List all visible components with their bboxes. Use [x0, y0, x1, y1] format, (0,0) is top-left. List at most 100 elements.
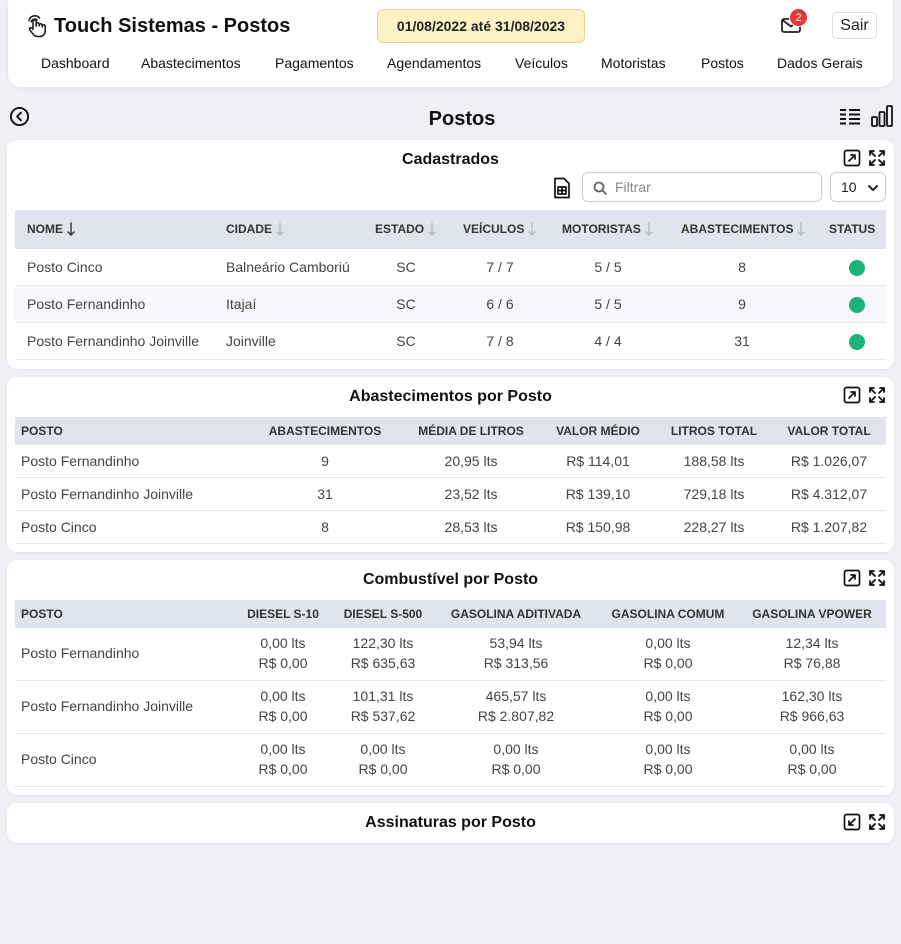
fullscreen-icon[interactable]: [868, 813, 886, 831]
column-header[interactable]: Veículos: [463, 222, 537, 236]
table-row[interactable]: Posto Fernandinho Joinville 31 23,52 lts…: [15, 478, 886, 511]
sort-icon: [428, 222, 436, 236]
column-header: Gasolina Aditivada: [450, 607, 582, 621]
cadastrados-table: Nome Cidade Estado Veículos Motoristas A…: [15, 210, 886, 360]
assinaturas-por-posto-card: Assinaturas por Posto: [7, 803, 894, 843]
cell-diesel-s10: 0,00 lts R$ 0,00: [258, 635, 308, 671]
filter-box: [582, 172, 822, 202]
abastecimentos-por-posto-card: Abastecimentos por Posto Posto Abastecim…: [7, 377, 894, 552]
table-row[interactable]: Posto Cinco Balneário Camboriú SC 7 / 7 …: [15, 249, 886, 286]
page-size-select[interactable]: 10: [830, 172, 886, 202]
column-header[interactable]: Estado: [375, 222, 436, 236]
table-row[interactable]: Posto Cinco 0,00 lts R$ 0,00 0,00 lts R$ 0…: [15, 734, 886, 787]
nav-veiculos[interactable]: Veículos: [515, 55, 568, 71]
cell-litros-total: 188,58 lts: [683, 453, 745, 469]
list-view-icon[interactable]: [839, 107, 861, 125]
cell-abastecimentos: 9: [738, 296, 746, 312]
table-header: Nome Cidade Estado Veículos Motoristas A…: [15, 210, 886, 249]
column-header: Diesel S-500: [343, 607, 423, 621]
table-row[interactable]: Posto Fernandinho Joinville Joinville SC…: [15, 323, 886, 360]
chevron-down-icon: [868, 185, 878, 191]
touch-hand-icon: [28, 15, 46, 38]
bar-chart-icon[interactable]: [870, 104, 894, 128]
cell-motoristas: 5 / 5: [594, 296, 622, 312]
cell-posto: Posto Fernandinho: [21, 453, 140, 469]
nav-postos[interactable]: Postos: [701, 55, 744, 71]
cell-gasolina-comum: 0,00 lts R$ 0,00: [643, 635, 693, 671]
mail-count-badge: 2: [789, 8, 808, 27]
cell-diesel-s500: 0,00 lts R$ 0,00: [358, 741, 408, 777]
cell-abastecimentos: 31: [734, 333, 750, 349]
cell-veiculos: 7 / 7: [486, 259, 514, 275]
nav-pagamentos[interactable]: Pagamentos: [275, 55, 354, 71]
nav-dashboard[interactable]: Dashboard: [41, 55, 110, 71]
cell-valor-medio: R$ 139,10: [565, 486, 631, 502]
cell-valor-total: R$ 1.207,82: [790, 519, 868, 535]
cell-posto: Posto Fernandinho Joinville: [21, 486, 193, 502]
fullscreen-icon[interactable]: [868, 149, 886, 167]
popout-icon[interactable]: [843, 149, 861, 167]
cell-valor-medio: R$ 150,98: [565, 519, 631, 535]
combustivel-table: Posto Diesel S-10 Diesel S-500 Gasolina …: [15, 600, 886, 787]
cell-posto: Posto Cinco: [21, 519, 97, 535]
column-header[interactable]: Cidade: [226, 222, 284, 236]
combustivel-por-posto-title: Combustível por Posto: [362, 571, 539, 588]
abastecimentos-por-posto-title: Abastecimentos por Posto: [349, 388, 552, 405]
table-row[interactable]: Posto Fernandinho Itajaí SC 6 / 6 5 / 5 …: [15, 286, 886, 323]
cell-valor-medio: R$ 114,01: [566, 453, 630, 469]
cell-posto: Posto Cinco: [21, 751, 97, 767]
cell-diesel-s500: 101,31 lts R$ 537,62: [350, 688, 416, 724]
search-icon: [593, 181, 607, 195]
column-header[interactable]: Motoristas: [562, 222, 653, 236]
cell-estado: SC: [396, 296, 416, 312]
cell-gasolina-vpower: 162,30 lts R$ 966,63: [779, 688, 845, 724]
popout-icon[interactable]: [843, 569, 861, 587]
cell-motoristas: 4 / 4: [594, 333, 622, 349]
column-header: Gasolina VPower: [752, 607, 872, 621]
cell-cidade: Balneário Camboriú: [226, 259, 350, 275]
nav-dados-gerais[interactable]: Dados Gerais: [777, 55, 863, 71]
sort-icon: [528, 222, 537, 236]
cell-gasolina-comum: 0,00 lts R$ 0,00: [643, 741, 693, 777]
column-header: Média de Litros: [418, 424, 524, 438]
cell-valor-total: R$ 1.026,07: [790, 453, 868, 469]
cadastrados-card: Cadastrados 10 Nome Cidade Estado Veícul…: [7, 140, 894, 369]
cell-gasolina-aditivada: 53,94 lts R$ 313,56: [483, 635, 549, 671]
date-range-button[interactable]: 01/08/2022 até 31/08/2023: [377, 9, 585, 43]
cell-nome: Posto Cinco: [27, 259, 103, 275]
cell-nome: Posto Fernandinho: [27, 296, 146, 312]
filter-input[interactable]: [615, 178, 810, 196]
sort-icon: [797, 222, 806, 236]
nav-motoristas[interactable]: Motoristas: [601, 55, 666, 71]
cell-veiculos: 7 / 8: [486, 333, 514, 349]
status-dot: [849, 297, 865, 313]
brand[interactable]: Touch Sistemas - Postos: [24, 14, 290, 38]
page-title: Postos: [428, 108, 496, 130]
status-dot: [849, 334, 865, 350]
cell-posto: Posto Fernandinho: [21, 645, 140, 661]
cell-media-litros: 23,52 lts: [444, 486, 498, 502]
column-header: Gasolina Comum: [611, 607, 725, 621]
nav-abastecimentos[interactable]: Abastecimentos: [141, 55, 241, 71]
table-row[interactable]: Posto Fernandinho 9 20,95 lts R$ 114,01 …: [15, 445, 886, 478]
cell-gasolina-vpower: 0,00 lts R$ 0,00: [787, 741, 837, 777]
popout-icon[interactable]: [843, 386, 861, 404]
table-row[interactable]: Posto Fernandinho Joinville 0,00 lts R$ 0…: [15, 681, 886, 734]
cell-posto: Posto Fernandinho Joinville: [21, 698, 193, 714]
cell-abastecimentos: 9: [321, 453, 329, 469]
cell-media-litros: 28,53 lts: [444, 519, 498, 535]
logout-button[interactable]: Sair: [832, 12, 877, 39]
nav-agendamentos[interactable]: Agendamentos: [387, 55, 481, 71]
column-header[interactable]: Nome: [27, 222, 75, 236]
table-row[interactable]: Posto Cinco 8 28,53 lts R$ 150,98 228,27…: [15, 511, 886, 544]
cell-abastecimentos: 8: [738, 259, 746, 275]
top-header: Touch Sistemas - Postos 01/08/2022 até 3…: [8, 0, 893, 87]
fullscreen-icon[interactable]: [868, 386, 886, 404]
sort-desc-icon: [67, 222, 75, 236]
spreadsheet-export-icon[interactable]: [552, 177, 572, 199]
table-row[interactable]: Posto Fernandinho 0,00 lts R$ 0,00 122,30…: [15, 628, 886, 681]
popin-icon[interactable]: [843, 813, 861, 831]
fullscreen-icon[interactable]: [868, 569, 886, 587]
page-heading-bar: Postos: [0, 100, 901, 136]
column-header[interactable]: Abastecimentos: [681, 222, 806, 236]
